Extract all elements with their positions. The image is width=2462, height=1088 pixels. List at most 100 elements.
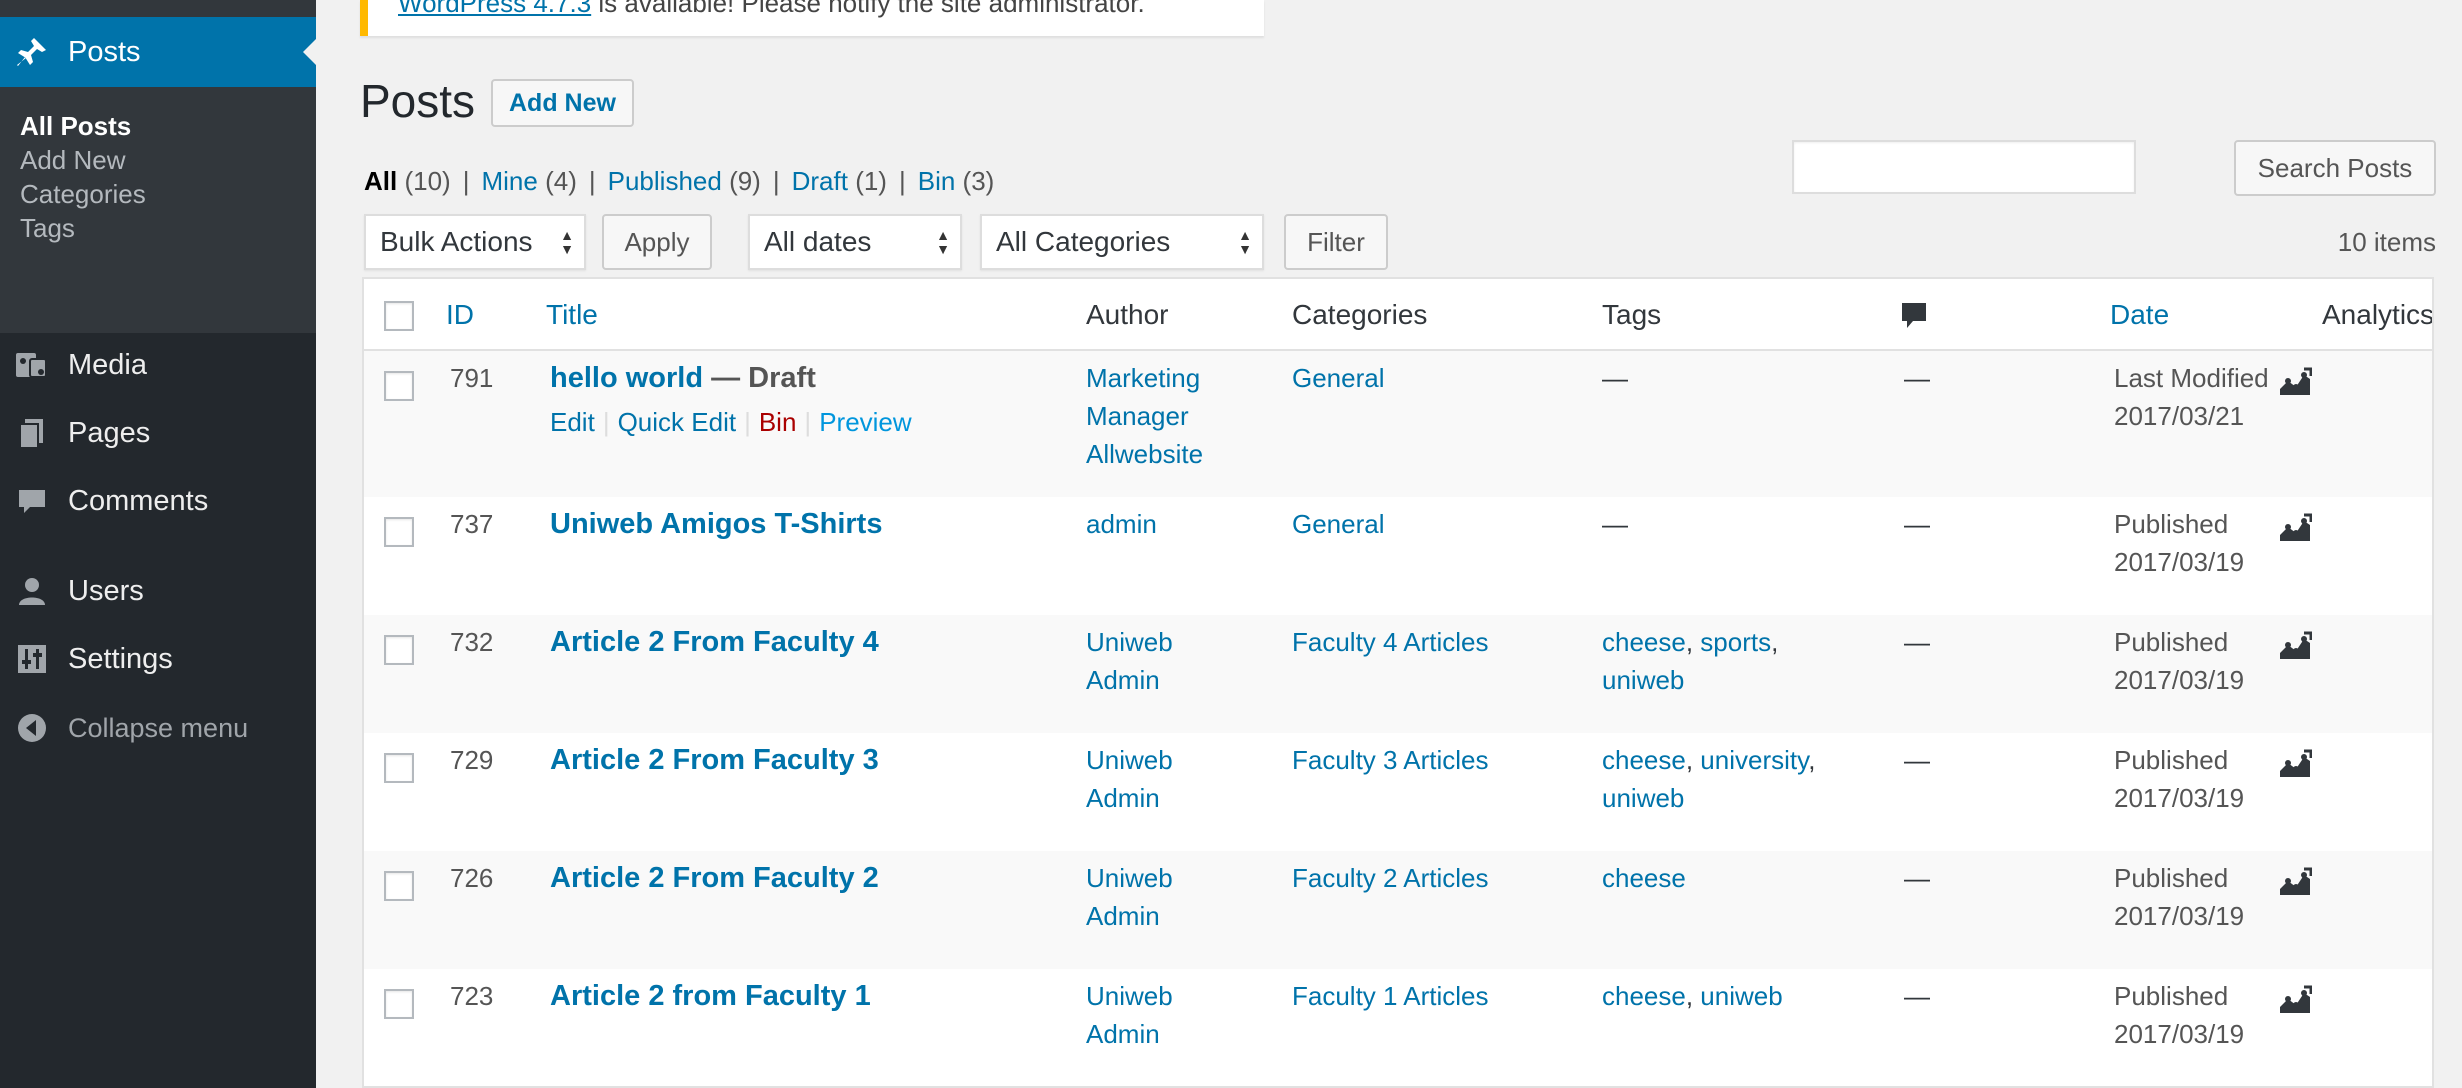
collapse-menu-button[interactable]: Collapse menu — [0, 698, 316, 758]
analytics-icon[interactable] — [2278, 631, 2313, 661]
view-published[interactable]: Published (9) — [608, 166, 761, 197]
analytics-icon[interactable] — [2278, 513, 2313, 543]
row-checkbox[interactable] — [384, 753, 414, 783]
post-title-link[interactable]: Article 2 From Faculty 4 — [550, 626, 879, 658]
search-posts-input[interactable] — [1792, 140, 2136, 194]
submenu-categories[interactable]: Categories — [20, 179, 146, 210]
column-id[interactable]: ID — [446, 299, 474, 331]
sidebar-item-label: Media — [68, 348, 147, 381]
author-link[interactable]: Uniweb Admin — [1086, 741, 1173, 817]
dates-value: All dates — [764, 226, 872, 257]
post-tags: — — [1602, 509, 1628, 539]
row-checkbox[interactable] — [384, 871, 414, 901]
author-link[interactable]: Marketing Manager Allwebsite — [1086, 359, 1203, 473]
category-link[interactable]: Faculty 4 Articles — [1292, 623, 1489, 661]
apply-button[interactable]: Apply — [602, 214, 712, 270]
author-link[interactable]: admin — [1086, 505, 1157, 543]
post-date: Published 2017/03/19 — [2114, 627, 2245, 695]
post-tags: cheese, sports, uniweb — [1602, 627, 1779, 695]
dates-select[interactable]: All dates ▲ ▼ — [748, 214, 962, 270]
tag-link[interactable]: uniweb — [1700, 981, 1782, 1011]
sidebar-item-pages[interactable]: Pages — [0, 403, 316, 463]
select-arrows-icon: ▲ ▼ — [936, 227, 950, 257]
post-tags: cheese — [1602, 859, 1686, 897]
sidebar-item-users[interactable]: Users — [0, 561, 316, 621]
category-link[interactable]: Faculty 3 Articles — [1292, 741, 1489, 779]
comment-count: — — [1904, 981, 1930, 1011]
sidebar-item-settings[interactable]: Settings — [0, 629, 316, 689]
quick-edit-link[interactable]: Quick Edit — [618, 407, 737, 437]
analytics-icon[interactable] — [2278, 985, 2313, 1015]
author-link[interactable]: Uniweb Admin — [1086, 623, 1173, 699]
author-link[interactable]: Uniweb Admin — [1086, 859, 1173, 935]
category-link[interactable]: General — [1292, 359, 1385, 397]
view-mine[interactable]: Mine (4) — [481, 166, 576, 197]
column-title[interactable]: Title — [546, 299, 598, 331]
author-link[interactable]: Uniweb Admin — [1086, 977, 1173, 1053]
tag-link[interactable]: cheese — [1602, 981, 1686, 1011]
bin-link[interactable]: Bin — [759, 407, 797, 437]
bulk-actions-select[interactable]: Bulk Actions ▲ ▼ — [364, 214, 586, 270]
view-draft[interactable]: Draft (1) — [792, 166, 887, 197]
post-title-link[interactable]: Article 2 From Faculty 3 — [550, 744, 879, 776]
post-title: Article 2 From Faculty 3 — [550, 741, 879, 779]
tag-link[interactable]: cheese — [1602, 627, 1686, 657]
tag-link[interactable]: uniweb — [1602, 665, 1684, 695]
preview-link[interactable]: Preview — [819, 407, 911, 437]
search-posts-button[interactable]: Search Posts — [2234, 140, 2436, 196]
sidebar-item-posts[interactable]: Posts — [0, 17, 316, 87]
sidebar-item-label: Users — [68, 574, 144, 607]
update-link[interactable]: WordPress 4.7.3 — [398, 0, 591, 18]
view-bin[interactable]: Bin (3) — [918, 166, 995, 197]
row-checkbox[interactable] — [384, 635, 414, 665]
edit-link[interactable]: Edit — [550, 407, 595, 437]
column-analytics: Analytics — [2322, 299, 2434, 330]
categories-select[interactable]: All Categories ▲ ▼ — [980, 214, 1264, 270]
post-title: Article 2 From Faculty 2 — [550, 859, 879, 897]
analytics-icon[interactable] — [2278, 867, 2313, 897]
tag-link[interactable]: uniweb — [1602, 783, 1684, 813]
sidebar-top-strip — [0, 0, 316, 17]
add-new-post-button[interactable]: Add New — [491, 79, 634, 127]
post-date: Published 2017/03/19 — [2114, 981, 2245, 1049]
users-icon — [12, 571, 52, 611]
post-tags: — — [1602, 363, 1628, 393]
sidebar-item-media[interactable]: Media — [0, 335, 316, 395]
tag-link[interactable]: sports — [1700, 627, 1771, 657]
select-all-checkbox[interactable] — [384, 301, 414, 331]
posts-table: ID Title Author Categories Tags Date Ana… — [362, 277, 2434, 1088]
row-checkbox[interactable] — [384, 989, 414, 1019]
post-title-link[interactable]: Article 2 from Faculty 1 — [550, 980, 871, 1012]
row-checkbox[interactable] — [384, 517, 414, 547]
sidebar-item-label: Comments — [68, 484, 209, 517]
filter-button[interactable]: Filter — [1284, 214, 1388, 270]
post-date: Published 2017/03/19 — [2114, 509, 2245, 577]
sidebar-item-comments[interactable]: Comments — [0, 471, 316, 531]
submenu-add-new[interactable]: Add New — [20, 145, 126, 176]
submenu-tags[interactable]: Tags — [20, 213, 75, 244]
sidebar-item-label: Pages — [68, 416, 151, 449]
analytics-icon[interactable] — [2278, 367, 2313, 397]
category-link[interactable]: General — [1292, 505, 1385, 543]
comment-bubble-icon[interactable] — [1900, 301, 1928, 338]
tag-link[interactable]: university — [1700, 745, 1808, 775]
submenu-all-posts[interactable]: All Posts — [20, 111, 131, 142]
comment-count: — — [1904, 627, 1930, 657]
post-title-link[interactable]: Article 2 From Faculty 2 — [550, 862, 879, 894]
post-title: Uniweb Amigos T-Shirts — [550, 505, 882, 543]
tag-link[interactable]: cheese — [1602, 745, 1686, 775]
category-link[interactable]: Faculty 2 Articles — [1292, 859, 1489, 897]
row-checkbox[interactable] — [384, 371, 414, 401]
view-all[interactable]: All (10) — [364, 166, 451, 197]
column-date[interactable]: Date — [2110, 299, 2169, 331]
analytics-icon[interactable] — [2278, 749, 2313, 779]
post-title-link[interactable]: Uniweb Amigos T-Shirts — [550, 508, 882, 540]
table-header: ID Title Author Categories Tags Date Ana… — [364, 279, 2432, 351]
table-row: 729 Article 2 From Faculty 3 Uniweb Admin… — [364, 733, 2432, 851]
tag-link[interactable]: cheese — [1602, 863, 1686, 893]
post-title-link[interactable]: hello world — [550, 362, 703, 394]
update-notice-message: is available! Please notify the site adm… — [591, 0, 1145, 18]
sidebar-item-label: Collapse menu — [68, 712, 249, 743]
category-link[interactable]: Faculty 1 Articles — [1292, 977, 1489, 1015]
bulk-actions-value: Bulk Actions — [380, 226, 533, 257]
